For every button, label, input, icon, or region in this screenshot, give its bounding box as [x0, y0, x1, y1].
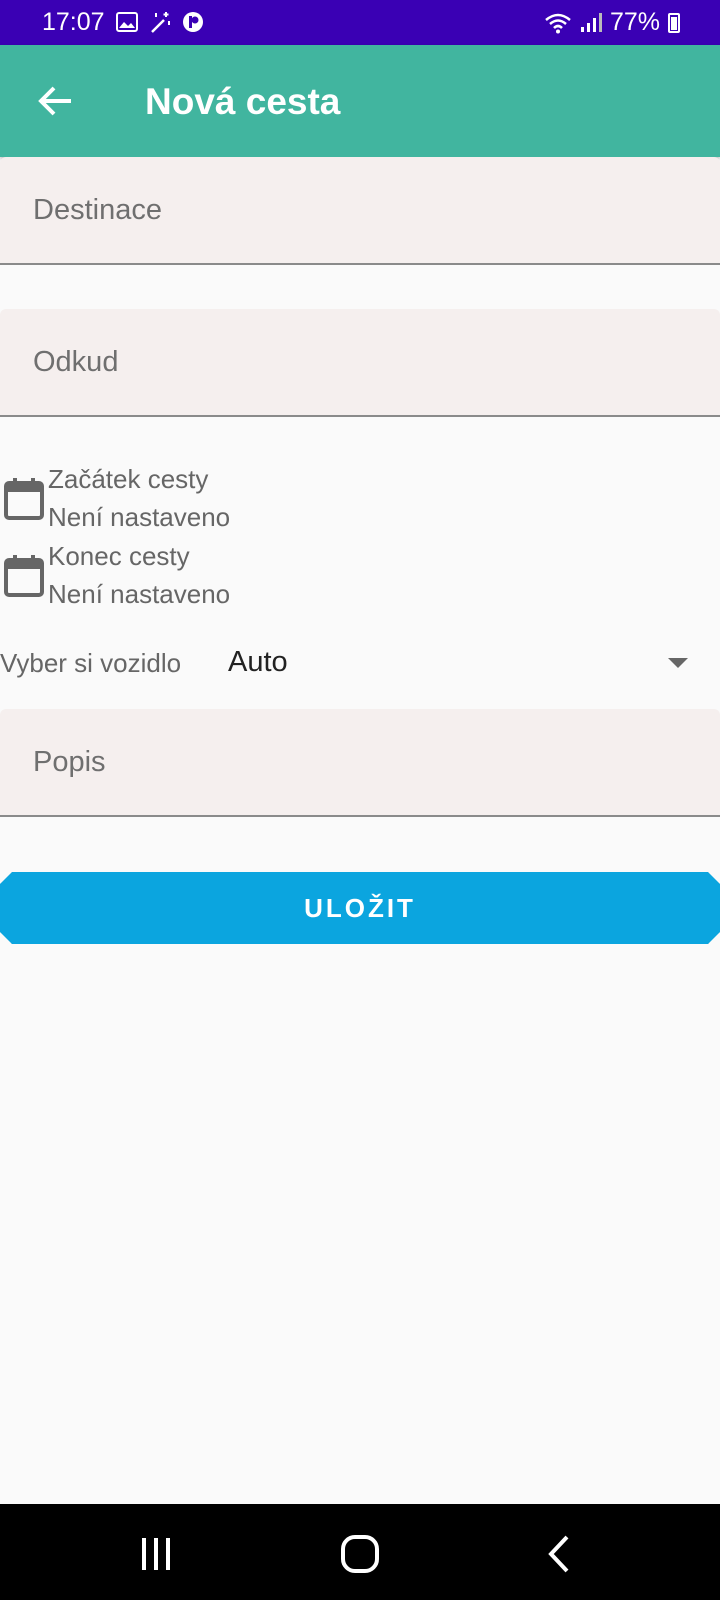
- dropdown-arrow-icon[interactable]: [668, 658, 688, 668]
- status-bar: 17:07 77%: [0, 0, 720, 45]
- end-date-label: Konec cesty: [48, 541, 190, 571]
- calendar-icon[interactable]: [4, 555, 44, 597]
- origin-input[interactable]: [33, 309, 683, 415]
- magic-wand-icon: [151, 12, 170, 33]
- start-date-label: Začátek cesty: [48, 464, 209, 494]
- status-right: 77%: [544, 8, 680, 37]
- destination-field[interactable]: [0, 157, 720, 265]
- calendar-icon[interactable]: [4, 478, 44, 520]
- arrow-back-icon[interactable]: [36, 81, 76, 121]
- status-notification-icons: [116, 10, 204, 34]
- page-title: Nová cesta: [145, 81, 341, 122]
- wifi-icon: [545, 13, 571, 33]
- start-date-value: Není nastaveno: [48, 502, 231, 532]
- signal-icon: [580, 12, 602, 32]
- description-input[interactable]: [33, 709, 683, 815]
- vehicle-selected-value: Auto: [228, 646, 288, 678]
- recent-apps-icon[interactable]: [133, 1532, 179, 1576]
- gallery-icon: [116, 12, 138, 32]
- battery-percent: 77%: [609, 8, 660, 36]
- app-notification-icon: [183, 12, 203, 32]
- status-time: 17:07: [42, 8, 105, 36]
- origin-field[interactable]: [0, 309, 720, 417]
- end-date-value: Není nastaveno: [48, 579, 231, 609]
- vehicle-label: Vyber si vozidlo: [0, 648, 182, 678]
- destination-input[interactable]: [33, 157, 683, 263]
- navigation-bar: [0, 1504, 720, 1600]
- vehicle-row: Vyber si vozidlo Auto: [0, 626, 720, 700]
- description-field[interactable]: [0, 709, 720, 817]
- vehicle-select[interactable]: Auto: [222, 632, 692, 692]
- app-bar: Nová cesta: [0, 45, 720, 157]
- home-icon[interactable]: [337, 1532, 383, 1576]
- back-icon[interactable]: [537, 1532, 583, 1576]
- start-date-row[interactable]: Začátek cesty Není nastaveno: [0, 458, 720, 534]
- battery-icon: [668, 12, 680, 33]
- end-date-row[interactable]: Konec cesty Není nastaveno: [0, 535, 720, 611]
- save-button[interactable]: ULOŽIT: [0, 872, 720, 944]
